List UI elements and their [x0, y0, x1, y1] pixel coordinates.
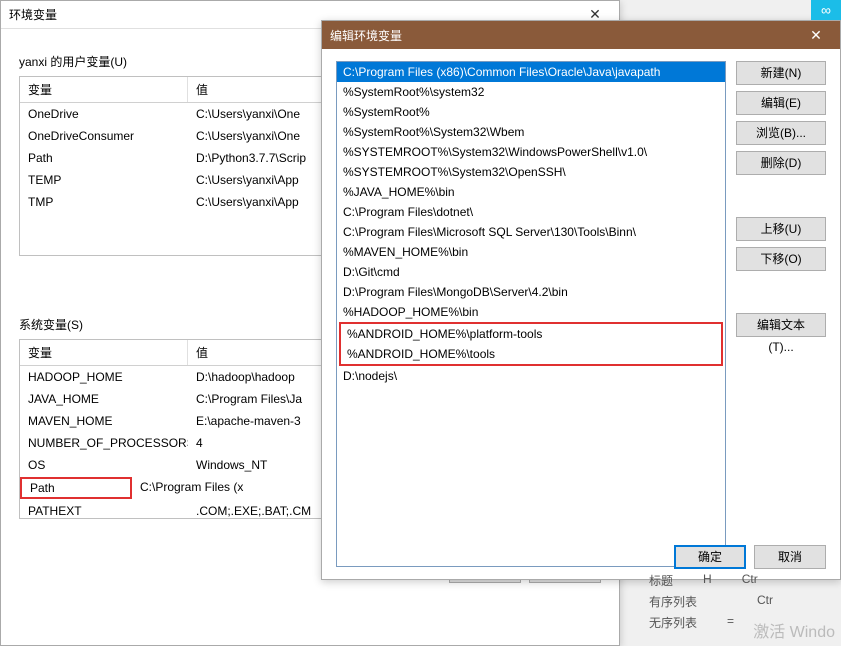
var-name: Path: [20, 477, 132, 499]
edit-ok-button[interactable]: 确定: [674, 545, 746, 569]
side-panel: 标题HCtr 有序列表Ctr 无序列表=: [641, 570, 841, 633]
var-name: HADOOP_HOME: [20, 368, 188, 386]
var-name: Path: [20, 149, 188, 167]
list-item[interactable]: %ANDROID_HOME%\tools: [341, 344, 721, 364]
browse-button[interactable]: 浏览(B)...: [736, 121, 826, 145]
var-name: JAVA_HOME: [20, 390, 188, 408]
var-name: OneDriveConsumer: [20, 127, 188, 145]
col-header-var: 变量: [20, 340, 188, 365]
new-button[interactable]: 新建(N): [736, 61, 826, 85]
edit-env-variable-window: 编辑环境变量 ✕ C:\Program Files (x86)\Common F…: [321, 20, 841, 580]
var-name: TEMP: [20, 171, 188, 189]
edit-title: 编辑环境变量: [330, 27, 800, 44]
list-item[interactable]: D:\Program Files\MongoDB\Server\4.2\bin: [337, 282, 725, 302]
list-item[interactable]: D:\Git\cmd: [337, 262, 725, 282]
list-item[interactable]: %SYSTEMROOT%\System32\WindowsPowerShell\…: [337, 142, 725, 162]
edit-cancel-button[interactable]: 取消: [754, 545, 826, 569]
var-name: OneDrive: [20, 105, 188, 123]
highlight-box: %ANDROID_HOME%\platform-tools%ANDROID_HO…: [339, 322, 723, 366]
var-name: PATHEXT: [20, 502, 188, 520]
list-item[interactable]: %SystemRoot%: [337, 102, 725, 122]
list-item[interactable]: %ANDROID_HOME%\platform-tools: [341, 324, 721, 344]
blue-tab-icon: ∞: [811, 0, 841, 20]
list-item[interactable]: %SystemRoot%\System32\Wbem: [337, 122, 725, 142]
list-item[interactable]: C:\Program Files\Microsoft SQL Server\13…: [337, 222, 725, 242]
var-name: TMP: [20, 193, 188, 211]
var-name: OS: [20, 456, 188, 474]
list-item[interactable]: D:\nodejs\: [337, 366, 725, 386]
edit-titlebar: 编辑环境变量 ✕: [322, 21, 840, 49]
edit-text-button[interactable]: 编辑文本(T)...: [736, 313, 826, 337]
list-item[interactable]: %SYSTEMROOT%\System32\OpenSSH\: [337, 162, 725, 182]
list-item[interactable]: %JAVA_HOME%\bin: [337, 182, 725, 202]
var-name: MAVEN_HOME: [20, 412, 188, 430]
close-icon[interactable]: ✕: [800, 27, 832, 44]
path-entries-list[interactable]: C:\Program Files (x86)\Common Files\Orac…: [336, 61, 726, 567]
list-item[interactable]: C:\Program Files\dotnet\: [337, 202, 725, 222]
list-item[interactable]: %SystemRoot%\system32: [337, 82, 725, 102]
delete-button[interactable]: 删除(D): [736, 151, 826, 175]
move-up-button[interactable]: 上移(U): [736, 217, 826, 241]
col-header-var: 变量: [20, 77, 188, 102]
move-down-button[interactable]: 下移(O): [736, 247, 826, 271]
list-item[interactable]: C:\Program Files (x86)\Common Files\Orac…: [337, 62, 725, 82]
edit-button[interactable]: 编辑(E): [736, 91, 826, 115]
list-item[interactable]: %MAVEN_HOME%\bin: [337, 242, 725, 262]
list-item[interactable]: %HADOOP_HOME%\bin: [337, 302, 725, 322]
var-name: NUMBER_OF_PROCESSORS: [20, 434, 188, 452]
